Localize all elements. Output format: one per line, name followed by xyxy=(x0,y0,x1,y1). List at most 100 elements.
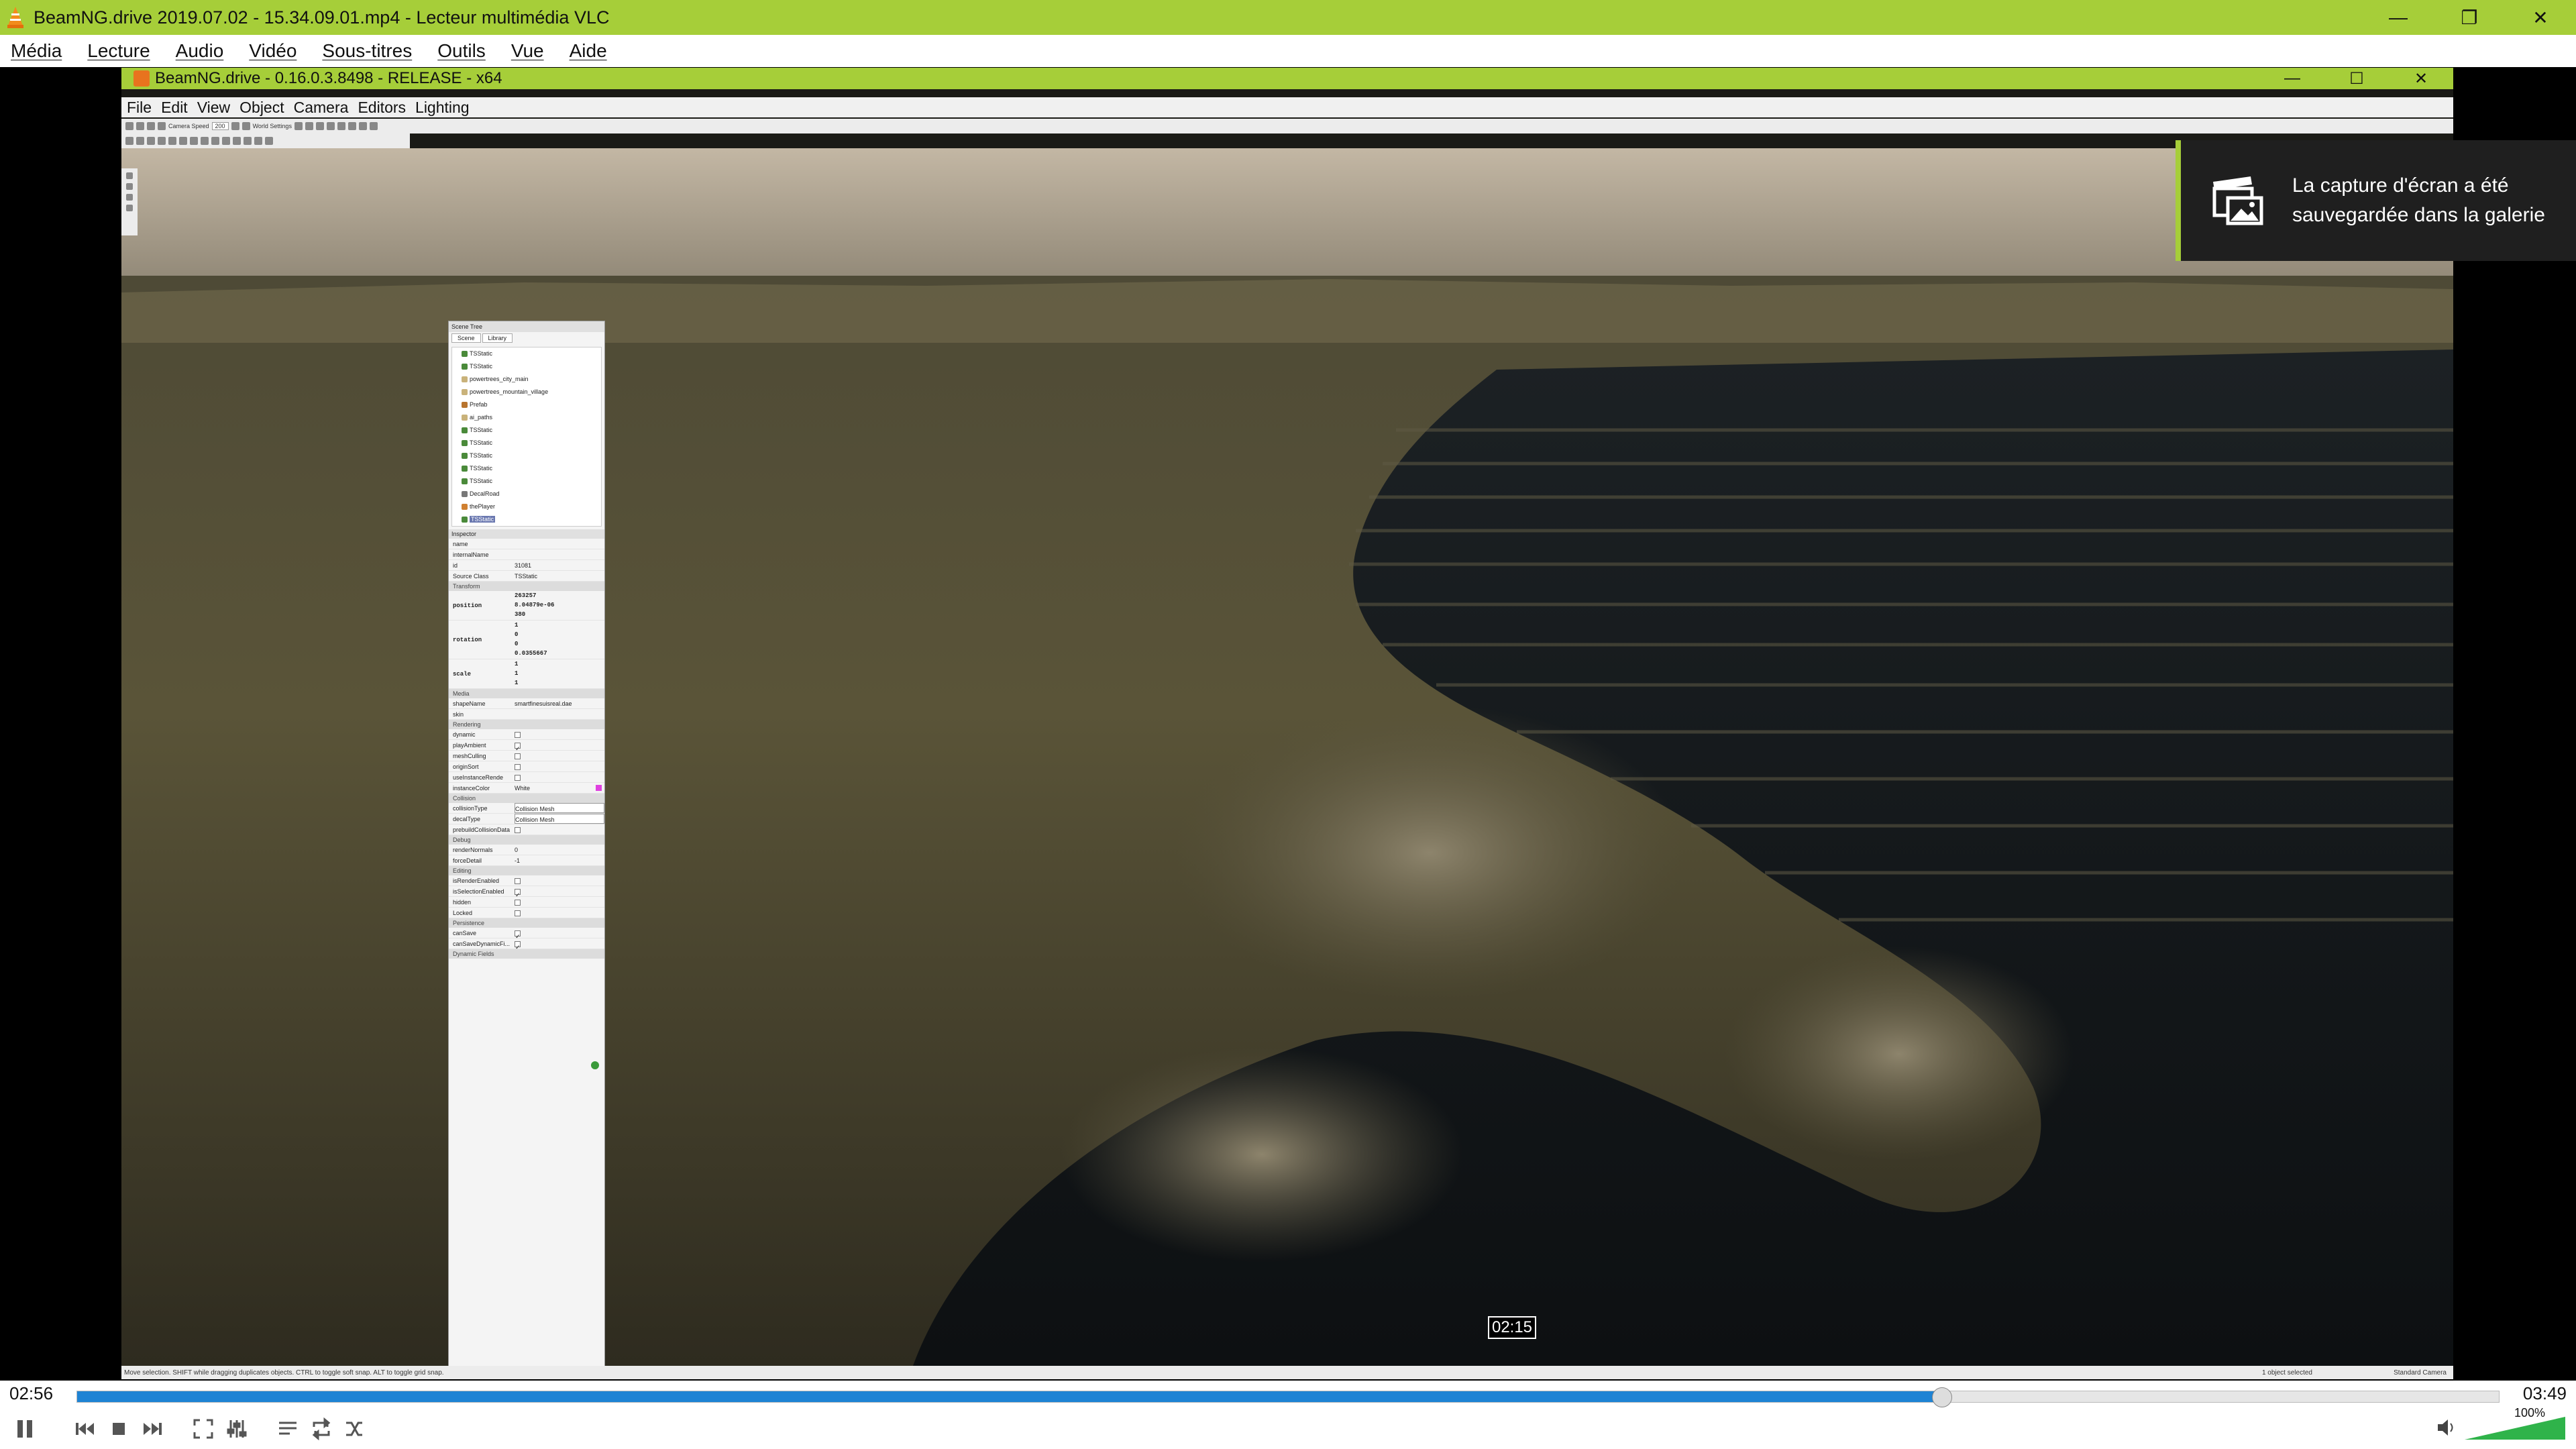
play-ambient-checkbox[interactable]: ✓ xyxy=(515,743,521,752)
tree-node[interactable]: TSStatic xyxy=(452,347,601,360)
toolbar-icon[interactable] xyxy=(125,122,133,130)
toolbar-icon[interactable] xyxy=(201,137,209,145)
section-persistence[interactable]: Persistence xyxy=(449,918,604,928)
fullscreen-button[interactable] xyxy=(186,1412,220,1446)
menu-video[interactable]: Vidéo xyxy=(249,40,297,62)
toolbar-icon[interactable] xyxy=(158,137,166,145)
menu-audio[interactable]: Audio xyxy=(176,40,224,62)
section-collision[interactable]: Collision xyxy=(449,794,604,803)
toolbar-icon[interactable] xyxy=(294,122,303,130)
minimize-button[interactable]: — xyxy=(2363,0,2434,35)
rotation-y[interactable]: 0 xyxy=(515,630,604,639)
toolbar-icon[interactable] xyxy=(231,122,239,130)
toolbar-icon[interactable] xyxy=(222,137,230,145)
toolbar-icon[interactable] xyxy=(179,137,187,145)
restore-button[interactable]: ❐ xyxy=(2434,0,2505,35)
mesh-culling-checkbox[interactable] xyxy=(515,753,521,760)
tree-node[interactable]: TSStatic xyxy=(452,360,601,373)
toolbar-icon[interactable] xyxy=(233,137,241,145)
close-button[interactable]: ✕ xyxy=(2505,0,2576,35)
volume-control[interactable]: 100% xyxy=(2435,1406,2565,1440)
dynamic-checkbox[interactable] xyxy=(515,732,521,739)
toolbar-icon[interactable] xyxy=(358,122,367,130)
toolbar-icon[interactable] xyxy=(265,137,273,145)
bng-menu-lighting[interactable]: Lighting xyxy=(415,99,470,117)
camera-icon[interactable] xyxy=(158,122,166,130)
tree-node[interactable]: ai_paths xyxy=(452,411,601,424)
menu-vue[interactable]: Vue xyxy=(511,40,544,62)
section-rendering[interactable]: Rendering xyxy=(449,720,604,729)
elapsed-time[interactable]: 02:56 xyxy=(9,1383,53,1404)
tab-scene[interactable]: Scene xyxy=(451,333,481,343)
toolbar-icon[interactable] xyxy=(244,137,252,145)
toolbar-icon[interactable] xyxy=(254,137,262,145)
can-save-dynamic-checkbox[interactable]: ✓ xyxy=(515,941,521,951)
collision-type-select[interactable]: Collision Mesh xyxy=(515,803,604,813)
menu-outils[interactable]: Outils xyxy=(437,40,486,62)
toolbar-icon[interactable] xyxy=(347,122,356,130)
toolbar-icon[interactable] xyxy=(211,137,219,145)
tree-node[interactable]: powertrees_mountain_village xyxy=(452,386,601,398)
camera-speed-value[interactable]: 200 xyxy=(211,122,229,130)
prebuild-checkbox[interactable] xyxy=(515,827,521,834)
pause-button[interactable] xyxy=(8,1412,42,1446)
bng-menu-editors[interactable]: Editors xyxy=(358,99,406,117)
bng-menu-object[interactable]: Object xyxy=(239,99,284,117)
toolbar-icon[interactable] xyxy=(147,122,155,130)
decal-type-select[interactable]: Collision Mesh xyxy=(515,814,604,824)
toolbar-icon[interactable] xyxy=(315,122,324,130)
bng-menu-view[interactable]: View xyxy=(197,99,230,117)
color-swatch[interactable] xyxy=(596,785,602,791)
toolbar-icon[interactable] xyxy=(305,122,313,130)
tree-node-selected[interactable]: TSStatic xyxy=(452,513,601,526)
position-y[interactable]: 8.04879e-06 xyxy=(515,600,604,610)
screenshot-notification[interactable]: La capture d'écran a été sauvegardée dan… xyxy=(2176,140,2576,261)
next-button[interactable] xyxy=(136,1412,169,1446)
shuffle-button[interactable] xyxy=(338,1412,372,1446)
speaker-icon[interactable] xyxy=(2435,1416,2458,1439)
tree-node[interactable]: TSStatic xyxy=(452,424,601,437)
instance-color-field[interactable]: White xyxy=(515,783,596,793)
toolbar-icon[interactable] xyxy=(190,137,198,145)
can-save-checkbox[interactable]: ✓ xyxy=(515,930,521,940)
scale-z[interactable]: 1 xyxy=(515,678,604,688)
force-detail-field[interactable]: -1 xyxy=(515,855,604,865)
section-transform[interactable]: Transform xyxy=(449,582,604,591)
menu-sous-titres[interactable]: Sous-titres xyxy=(322,40,412,62)
volume-slider[interactable]: 100% xyxy=(2465,1406,2565,1440)
toolbar-icon[interactable] xyxy=(326,122,335,130)
rotation-x[interactable]: 1 xyxy=(515,621,604,630)
tree-node[interactable]: powertrees_city_main xyxy=(452,373,601,386)
tree-node[interactable]: TSStatic xyxy=(452,449,601,462)
add-field-icon[interactable] xyxy=(591,1061,599,1069)
beamng-close-button[interactable]: ✕ xyxy=(2389,68,2453,89)
position-x[interactable]: 263257 xyxy=(515,591,604,600)
tree-node[interactable]: Prefab xyxy=(452,398,601,411)
menu-lecture[interactable]: Lecture xyxy=(87,40,150,62)
bng-menu-camera[interactable]: Camera xyxy=(294,99,349,117)
tree-node[interactable]: TSStatic xyxy=(452,437,601,449)
tab-library[interactable]: Library xyxy=(482,333,513,343)
world-settings-label[interactable]: World Settings xyxy=(253,123,292,129)
menu-media[interactable]: Média xyxy=(11,40,62,62)
tree-node[interactable]: TSStatic xyxy=(452,462,601,475)
rotation-z[interactable]: 0 xyxy=(515,639,604,649)
tree-node[interactable]: TSStatic xyxy=(452,475,601,488)
total-time[interactable]: 03:49 xyxy=(2523,1383,2567,1404)
previous-button[interactable] xyxy=(68,1412,102,1446)
toolbar-icon[interactable] xyxy=(369,122,378,130)
render-normals-field[interactable]: 0 xyxy=(515,845,604,855)
status-camera[interactable]: Standard Camera xyxy=(2394,1369,2447,1377)
rotate-tool-icon[interactable] xyxy=(126,194,133,201)
playlist-button[interactable] xyxy=(271,1412,305,1446)
section-media[interactable]: Media xyxy=(449,689,604,698)
toolbar-icon[interactable] xyxy=(136,122,144,130)
origin-sort-checkbox[interactable] xyxy=(515,764,521,771)
bng-menu-edit[interactable]: Edit xyxy=(161,99,188,117)
section-editing[interactable]: Editing xyxy=(449,866,604,875)
scale-tool-icon[interactable] xyxy=(126,205,133,211)
section-dynamic-fields[interactable]: Dynamic Fields xyxy=(449,949,604,959)
render-enabled-checkbox[interactable] xyxy=(515,878,521,885)
use-instance-render-checkbox[interactable] xyxy=(515,775,521,782)
beamng-minimize-button[interactable]: — xyxy=(2260,68,2324,89)
